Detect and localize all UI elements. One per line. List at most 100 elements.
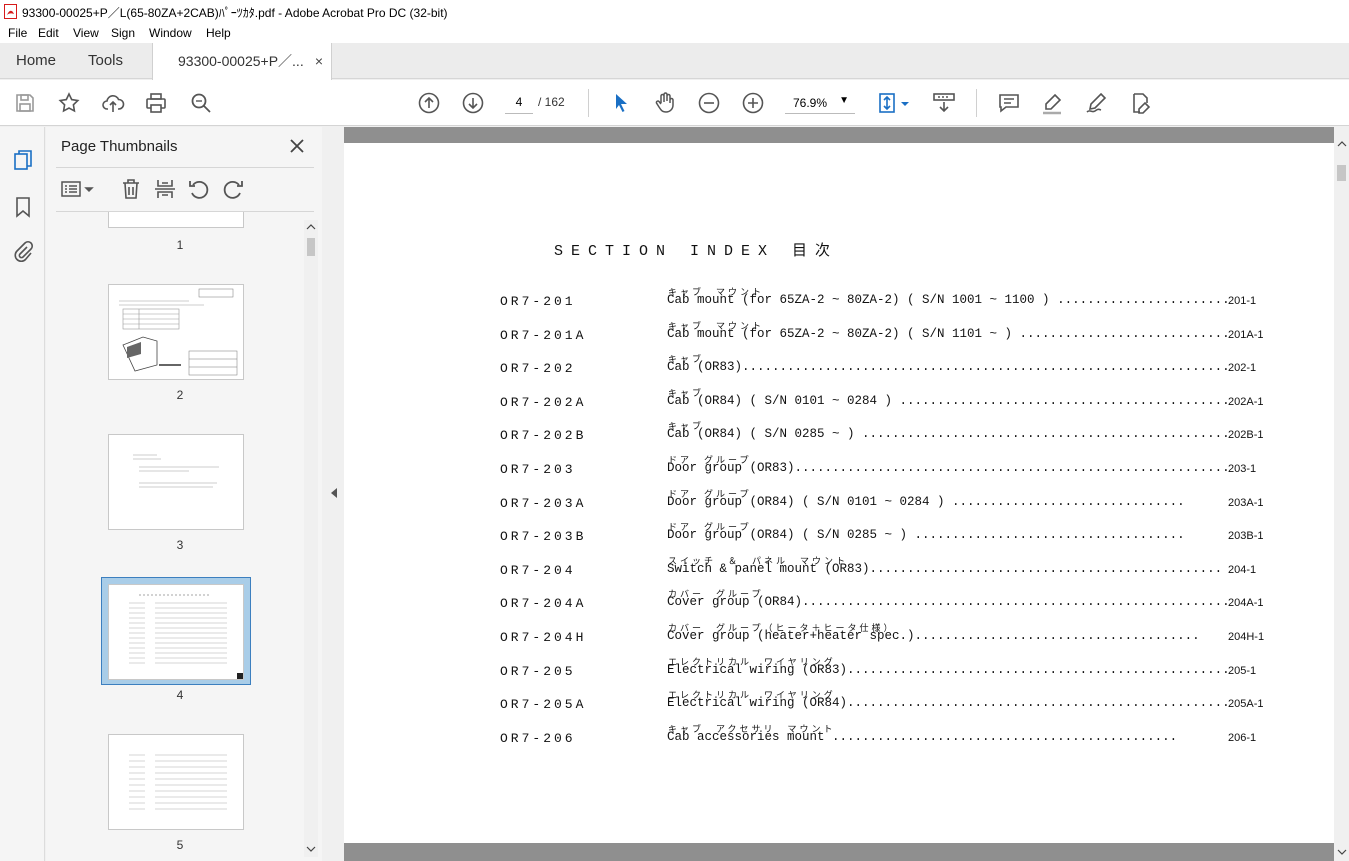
section-page: 202B-1 bbox=[1228, 429, 1264, 442]
thumbnail-page-4[interactable] bbox=[108, 584, 244, 680]
fit-page-icon[interactable] bbox=[876, 91, 900, 115]
upload-cloud-icon[interactable] bbox=[101, 91, 125, 115]
section-page: 203B-1 bbox=[1228, 530, 1264, 543]
rotate-counterclockwise-icon[interactable] bbox=[187, 177, 211, 201]
menu-edit[interactable]: Edit bbox=[38, 26, 59, 40]
toolbar-divider bbox=[588, 89, 589, 117]
comment-icon[interactable] bbox=[997, 91, 1021, 115]
page-total: / 162 bbox=[538, 95, 565, 109]
thumbnail-label: 5 bbox=[176, 838, 184, 852]
thumbnail-content bbox=[119, 288, 238, 376]
scrollbar-thumb[interactable] bbox=[307, 238, 315, 256]
extract-pages-icon[interactable] bbox=[153, 177, 177, 201]
section-page: 205A-1 bbox=[1228, 698, 1264, 711]
section-code: OR7-204 bbox=[500, 562, 576, 578]
window-title: 93300-00025+P／L(65-80ZA+2CAB)ﾊﾟｰﾂｶﾀ.pdf … bbox=[22, 6, 448, 20]
document-viewer[interactable]: SECTION INDEX 目次 キャブ マウント OR7-201 Cab moun… bbox=[344, 127, 1334, 861]
section-page: 202-1 bbox=[1228, 362, 1257, 375]
sign-pen-icon[interactable] bbox=[1084, 91, 1108, 115]
pdf-app-icon bbox=[4, 4, 17, 19]
section-page: 204-1 bbox=[1228, 563, 1257, 576]
section-code: OR7-204A bbox=[500, 596, 587, 612]
thumbnail-page-5[interactable] bbox=[108, 734, 244, 830]
section-code: OR7-203 bbox=[500, 462, 576, 477]
scroll-mode-icon[interactable] bbox=[932, 91, 956, 115]
section-code: OR7-201 bbox=[500, 294, 576, 309]
collapse-panel-icon[interactable] bbox=[330, 487, 338, 499]
section-page: 206-1 bbox=[1228, 731, 1257, 744]
pdf-page: SECTION INDEX 目次 キャブ マウント OR7-201 Cab moun… bbox=[344, 143, 1334, 843]
bookmark-star-icon[interactable] bbox=[57, 91, 81, 115]
rotate-clockwise-icon[interactable] bbox=[221, 177, 245, 201]
select-cursor-icon[interactable] bbox=[609, 91, 633, 115]
menu-window[interactable]: Window bbox=[149, 26, 192, 40]
thumbnail-list: 1 2 3 4 5 bbox=[56, 212, 304, 857]
section-title: Cab (OR84) ( S/N 0285 ~ ) ..............… bbox=[667, 427, 1227, 442]
menu-view[interactable]: View bbox=[73, 26, 99, 40]
print-icon[interactable] bbox=[144, 91, 168, 115]
tab-close-icon[interactable]: × bbox=[315, 43, 323, 79]
next-page-icon[interactable] bbox=[461, 91, 485, 115]
search-zoom-icon[interactable] bbox=[189, 91, 213, 115]
section-title: Cover group (heater+heater spec.).......… bbox=[667, 629, 1200, 643]
page-thumbnails-icon[interactable] bbox=[11, 148, 35, 172]
tab-tools[interactable]: Tools bbox=[88, 43, 123, 79]
section-code: OR7-205 bbox=[500, 663, 576, 679]
thumbnail-page-2[interactable] bbox=[108, 284, 244, 380]
scroll-down-icon[interactable] bbox=[306, 844, 316, 854]
bookmarks-icon[interactable] bbox=[11, 195, 35, 219]
main-toolbar bbox=[0, 80, 1349, 126]
zoom-out-icon[interactable] bbox=[697, 91, 721, 115]
fit-page-dropdown-icon[interactable] bbox=[899, 91, 911, 115]
page-number-input[interactable] bbox=[505, 90, 533, 114]
attachments-icon[interactable] bbox=[11, 240, 35, 264]
section-title: Cab accessories mount ..................… bbox=[667, 729, 1178, 744]
menu-help[interactable]: Help bbox=[206, 26, 231, 40]
menu-file[interactable]: File bbox=[8, 26, 27, 40]
section-page: 204H-1 bbox=[1228, 631, 1265, 643]
scroll-up-icon[interactable] bbox=[306, 222, 316, 232]
section-code: OR7-203B bbox=[500, 529, 587, 545]
thumbnail-options-icon[interactable] bbox=[60, 177, 96, 201]
section-code: OR7-202A bbox=[500, 394, 587, 410]
highlight-pen-icon[interactable] bbox=[1040, 91, 1064, 115]
zoom-value: 76.9% bbox=[793, 96, 828, 110]
thumbnail-label: 3 bbox=[176, 538, 184, 552]
section-code: OR7-206 bbox=[500, 730, 576, 746]
section-code: OR7-201A bbox=[500, 327, 587, 343]
panel-splitter[interactable] bbox=[322, 127, 344, 861]
thumbnail-page-3[interactable] bbox=[108, 434, 244, 530]
section-title: Door group (OR83).......................… bbox=[667, 461, 1227, 475]
section-page: 205-1 bbox=[1228, 664, 1257, 677]
edit-document-icon[interactable] bbox=[1128, 91, 1152, 115]
menu-sign[interactable]: Sign bbox=[111, 26, 135, 40]
scroll-up-icon[interactable] bbox=[1337, 139, 1347, 149]
save-icon[interactable] bbox=[13, 91, 37, 115]
tab-bar: Home Tools 93300-00025+P／... × bbox=[0, 43, 1349, 80]
section-page: 202A-1 bbox=[1228, 395, 1264, 408]
document-scrollbar[interactable] bbox=[1334, 127, 1349, 861]
previous-page-icon[interactable] bbox=[417, 91, 441, 115]
zoom-level-select[interactable]: 76.9% ▼ bbox=[785, 90, 855, 114]
scrollbar-thumb[interactable] bbox=[1337, 165, 1346, 181]
section-page: 203-1 bbox=[1228, 463, 1257, 475]
section-title: Electrical wiring (OR83)................… bbox=[667, 662, 1227, 677]
thumbnail-scrollbar[interactable] bbox=[304, 220, 318, 857]
section-index-heading: SECTION INDEX 目次 bbox=[554, 243, 839, 260]
section-code: OR7-202B bbox=[500, 428, 587, 444]
thumbnail-page-1[interactable] bbox=[108, 212, 244, 228]
section-title: Cab mount (for 65ZA-2 ~ 80ZA-2) ( S/N 10… bbox=[667, 293, 1227, 307]
tab-document[interactable]: 93300-00025+P／... × bbox=[152, 43, 332, 80]
panel-divider bbox=[56, 167, 314, 168]
section-title: Door group (OR84) ( S/N 0285 ~ ) .......… bbox=[667, 528, 1185, 543]
trash-icon[interactable] bbox=[119, 177, 143, 201]
hand-tool-icon[interactable] bbox=[653, 91, 677, 115]
thumbnail-content bbox=[129, 754, 227, 810]
scroll-down-icon[interactable] bbox=[1337, 847, 1347, 857]
chevron-down-icon: ▼ bbox=[839, 95, 849, 106]
zoom-in-icon[interactable] bbox=[741, 91, 765, 115]
thumbnail-label: 2 bbox=[176, 388, 184, 402]
tab-home[interactable]: Home bbox=[16, 43, 56, 79]
section-page: 201-1 bbox=[1228, 295, 1257, 307]
close-icon[interactable] bbox=[288, 137, 306, 155]
